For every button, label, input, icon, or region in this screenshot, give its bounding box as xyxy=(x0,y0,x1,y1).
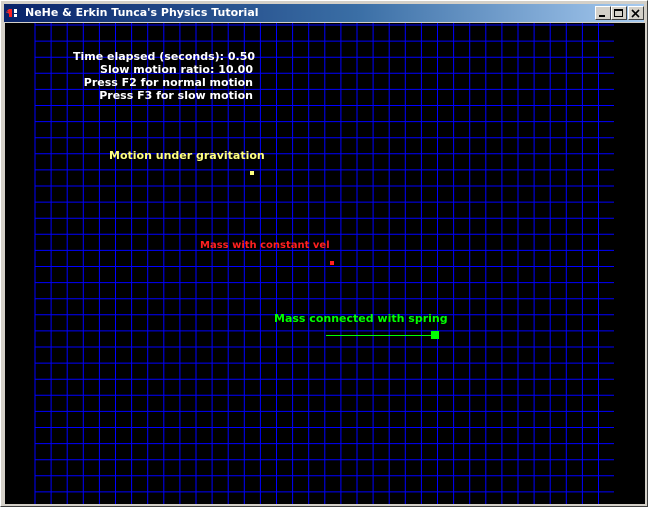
app-window: ⁴ NeHe & Erkin Tunca's Physics Tutorial xyxy=(0,0,648,507)
time-elapsed-text: Time elapsed (seconds): 0.50 xyxy=(73,50,256,63)
close-button[interactable] xyxy=(628,6,644,20)
slow-motion-ratio-text: Slow motion ratio: 10.00 xyxy=(100,63,253,76)
constant-velocity-label: Mass with constant vel xyxy=(200,240,330,251)
opengl-viewport[interactable]: Time elapsed (seconds): 0.50 Slow motion… xyxy=(5,23,645,504)
maximize-icon xyxy=(614,9,623,17)
app-icon[interactable]: ⁴ xyxy=(6,6,20,20)
constant-velocity-mass xyxy=(330,261,334,265)
gravity-label: Motion under gravitation xyxy=(109,149,265,162)
gravity-mass xyxy=(250,171,254,175)
hud-panel: Time elapsed (seconds): 0.50 Slow motion… xyxy=(73,50,256,102)
minimize-button[interactable] xyxy=(595,6,611,20)
window-title: NeHe & Erkin Tunca's Physics Tutorial xyxy=(25,6,259,19)
f2-hint-text: Press F2 for normal motion xyxy=(83,76,253,89)
f3-hint-text: Press F3 for slow motion xyxy=(99,89,253,102)
spring-mass xyxy=(431,331,439,339)
spring-label: Mass connected with spring xyxy=(274,312,448,325)
close-icon xyxy=(631,9,640,18)
maximize-button[interactable] xyxy=(611,6,627,20)
title-bar[interactable]: ⁴ NeHe & Erkin Tunca's Physics Tutorial xyxy=(4,4,644,22)
minimize-icon xyxy=(599,15,605,17)
